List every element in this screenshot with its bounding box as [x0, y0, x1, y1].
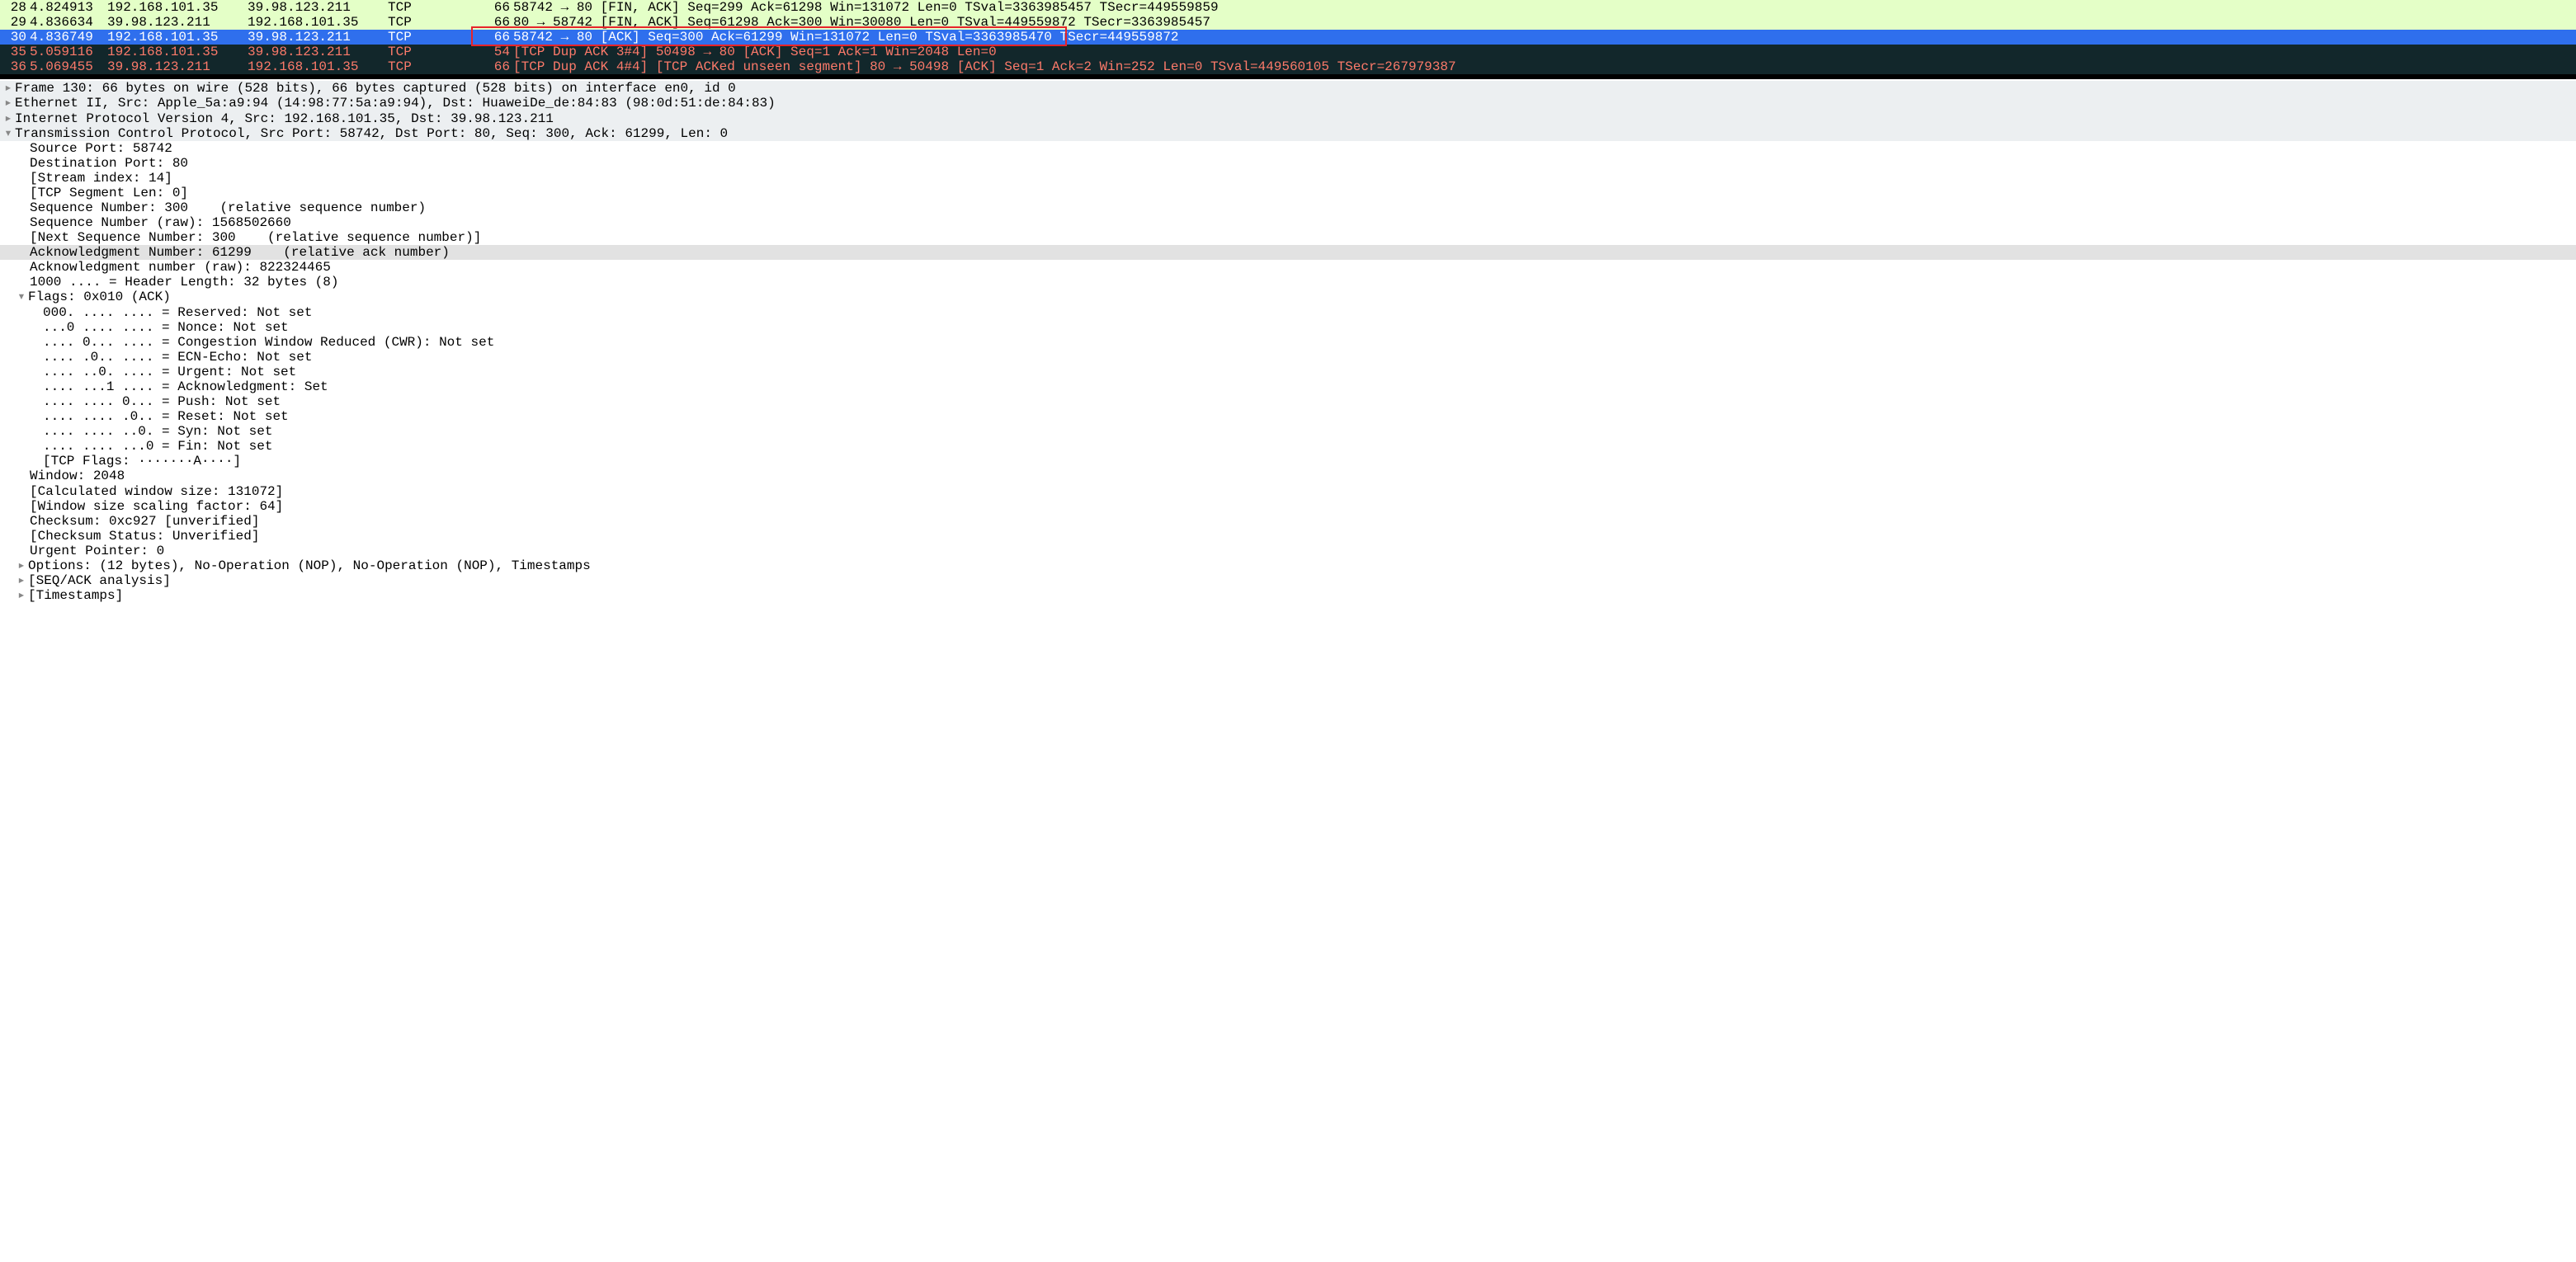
col-length: 66	[480, 30, 510, 45]
flag-urg[interactable]: .... ..0. .... = Urgent: Not set	[0, 365, 2576, 379]
col-info: 58742 → 80 [FIN, ACK] Seq=299 Ack=61298 …	[513, 0, 2573, 15]
caret-right-icon[interactable]: ▸	[15, 558, 28, 573]
tree-timestamps[interactable]: ▸[Timestamps]	[0, 588, 2576, 603]
ip-summary: Internet Protocol Version 4, Src: 192.16…	[15, 111, 554, 126]
tcp-calc-window[interactable]: [Calculated window size: 131072]	[0, 484, 2576, 499]
col-destination: 39.98.123.211	[248, 0, 388, 15]
col-time: 4.836749	[30, 30, 107, 45]
eth-summary: Ethernet II, Src: Apple_5a:a9:94 (14:98:…	[15, 96, 776, 111]
col-no: 30	[3, 30, 30, 45]
packet-row[interactable]: 355.059116192.168.101.3539.98.123.211TCP…	[0, 45, 2576, 59]
caret-right-icon[interactable]: ▸	[2, 111, 15, 126]
tree-tcp-flags[interactable]: ▾Flags: 0x010 (ACK)	[0, 290, 2576, 304]
col-no: 29	[3, 15, 30, 30]
col-info: 58742 → 80 [ACK] Seq=300 Ack=61299 Win=1…	[513, 30, 2573, 45]
col-source: 39.98.123.211	[107, 59, 248, 74]
tcp-ack-raw[interactable]: Acknowledgment number (raw): 822324465	[0, 260, 2576, 275]
tree-tcp-options[interactable]: ▸Options: (12 bytes), No-Operation (NOP)…	[0, 558, 2576, 573]
tcp-stream-index[interactable]: [Stream index: 14]	[0, 171, 2576, 186]
tcp-header-len[interactable]: 1000 .... = Header Length: 32 bytes (8)	[0, 275, 2576, 290]
col-protocol: TCP	[388, 59, 480, 74]
tree-tcp[interactable]: ▾Transmission Control Protocol, Src Port…	[0, 126, 2576, 141]
col-time: 5.069455	[30, 59, 107, 74]
tcp-ack[interactable]: Acknowledgment Number: 61299 (relative a…	[0, 245, 2576, 260]
flag-syn[interactable]: .... .... ..0. = Syn: Not set	[0, 424, 2576, 439]
tcp-summary: Transmission Control Protocol, Src Port:…	[15, 126, 728, 141]
tcp-window[interactable]: Window: 2048	[0, 469, 2576, 483]
col-info: [TCP Dup ACK 4#4] [TCP ACKed unseen segm…	[513, 59, 2573, 74]
tcp-dest-port[interactable]: Destination Port: 80	[0, 156, 2576, 171]
flag-string[interactable]: [TCP Flags: ·······A····]	[0, 454, 2576, 469]
tcp-checksum-status[interactable]: [Checksum Status: Unverified]	[0, 529, 2576, 544]
col-protocol: TCP	[388, 0, 480, 15]
col-no: 35	[3, 45, 30, 59]
flag-ece[interactable]: .... .0.. .... = ECN-Echo: Not set	[0, 350, 2576, 365]
tcp-next-seq[interactable]: [Next Sequence Number: 300 (relative seq…	[0, 230, 2576, 245]
col-no: 28	[3, 0, 30, 15]
col-destination: 39.98.123.211	[248, 30, 388, 45]
caret-right-icon[interactable]: ▸	[15, 588, 28, 603]
flag-cwr[interactable]: .... 0... .... = Congestion Window Reduc…	[0, 335, 2576, 350]
col-time: 4.836634	[30, 15, 107, 30]
col-destination: 192.168.101.35	[248, 15, 388, 30]
col-protocol: TCP	[388, 45, 480, 59]
col-destination: 192.168.101.35	[248, 59, 388, 74]
col-protocol: TCP	[388, 15, 480, 30]
packet-row[interactable]: 365.06945539.98.123.211192.168.101.35TCP…	[0, 59, 2576, 74]
col-source: 192.168.101.35	[107, 0, 248, 15]
packet-row[interactable]: 284.824913192.168.101.3539.98.123.211TCP…	[0, 0, 2576, 15]
col-no: 36	[3, 59, 30, 74]
col-time: 5.059116	[30, 45, 107, 59]
tcp-checksum[interactable]: Checksum: 0xc927 [unverified]	[0, 514, 2576, 529]
tree-ethernet[interactable]: ▸Ethernet II, Src: Apple_5a:a9:94 (14:98…	[0, 96, 2576, 111]
tree-ip[interactable]: ▸Internet Protocol Version 4, Src: 192.1…	[0, 111, 2576, 126]
flag-rst[interactable]: .... .... .0.. = Reset: Not set	[0, 409, 2576, 424]
tcp-seq-raw[interactable]: Sequence Number (raw): 1568502660	[0, 215, 2576, 230]
flag-reserved[interactable]: 000. .... .... = Reserved: Not set	[0, 305, 2576, 320]
packet-list[interactable]: 284.824913192.168.101.3539.98.123.211TCP…	[0, 0, 2576, 79]
caret-down-icon[interactable]: ▾	[2, 126, 15, 141]
tree-seq-ack-analysis[interactable]: ▸[SEQ/ACK analysis]	[0, 573, 2576, 588]
col-length: 66	[480, 59, 510, 74]
col-length: 54	[480, 45, 510, 59]
col-info: [TCP Dup ACK 3#4] 50498 → 80 [ACK] Seq=1…	[513, 45, 2573, 59]
tcp-seq[interactable]: Sequence Number: 300 (relative sequence …	[0, 200, 2576, 215]
col-length: 66	[480, 15, 510, 30]
tcp-segment-len[interactable]: [TCP Segment Len: 0]	[0, 186, 2576, 200]
tcp-source-port[interactable]: Source Port: 58742	[0, 141, 2576, 156]
caret-down-icon[interactable]: ▾	[15, 290, 28, 304]
col-time: 4.824913	[30, 0, 107, 15]
tree-frame[interactable]: ▸Frame 130: 66 bytes on wire (528 bits),…	[0, 81, 2576, 96]
tcp-urgent-ptr[interactable]: Urgent Pointer: 0	[0, 544, 2576, 558]
flag-fin[interactable]: .... .... ...0 = Fin: Not set	[0, 439, 2576, 454]
col-info: 80 → 58742 [FIN, ACK] Seq=61298 Ack=300 …	[513, 15, 2573, 30]
flag-nonce[interactable]: ...0 .... .... = Nonce: Not set	[0, 320, 2576, 335]
packet-row[interactable]: 304.836749192.168.101.3539.98.123.211TCP…	[0, 30, 2576, 45]
frame-summary: Frame 130: 66 bytes on wire (528 bits), …	[15, 81, 736, 96]
col-source: 192.168.101.35	[107, 45, 248, 59]
caret-right-icon[interactable]: ▸	[2, 81, 15, 96]
col-length: 66	[480, 0, 510, 15]
caret-right-icon[interactable]: ▸	[2, 96, 15, 111]
caret-right-icon[interactable]: ▸	[15, 573, 28, 588]
packet-row[interactable]: 294.83663439.98.123.211192.168.101.35TCP…	[0, 15, 2576, 30]
flag-ack[interactable]: .... ...1 .... = Acknowledgment: Set	[0, 379, 2576, 394]
col-protocol: TCP	[388, 30, 480, 45]
tcp-window-scale[interactable]: [Window size scaling factor: 64]	[0, 499, 2576, 514]
packet-details[interactable]: ▸Frame 130: 66 bytes on wire (528 bits),…	[0, 79, 2576, 603]
flag-psh[interactable]: .... .... 0... = Push: Not set	[0, 394, 2576, 409]
col-source: 192.168.101.35	[107, 30, 248, 45]
col-source: 39.98.123.211	[107, 15, 248, 30]
col-destination: 39.98.123.211	[248, 45, 388, 59]
